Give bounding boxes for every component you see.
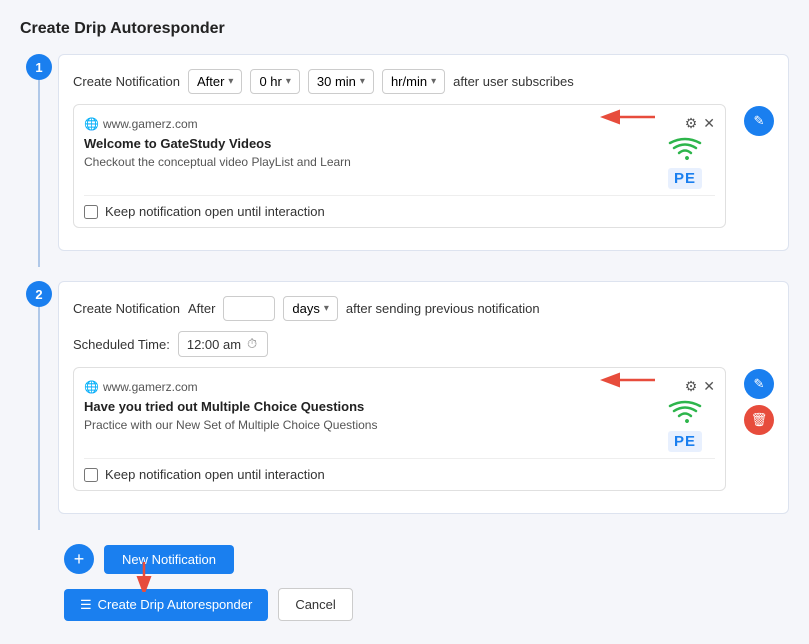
cancel-button[interactable]: Cancel <box>278 588 352 621</box>
add-notification-button[interactable]: + <box>64 544 94 574</box>
chevron-down-icon: ▾ <box>286 76 291 87</box>
step-2-section: 2 Create Notification After 1 days ▾ aft… <box>20 281 789 530</box>
pe-badge-1: PE <box>668 168 702 189</box>
step-2-circle: 2 <box>26 281 52 307</box>
after-label-2: After <box>188 301 215 316</box>
card-1-top-row: 🌐 www.gamerz.com ⚙ ✕ <box>84 115 715 132</box>
card-1-actions: ⚙ ✕ <box>685 115 715 132</box>
scheduled-time-label: Scheduled Time: <box>73 337 170 352</box>
timeline-col-1: 1 <box>20 54 58 267</box>
keep-open-label-2: Keep notification open until interaction <box>105 467 325 482</box>
create-notification-label-1: Create Notification <box>73 74 180 89</box>
bottom-bar: + New Notification ☰ Create Drip Autores… <box>20 544 789 621</box>
edit-button-2[interactable]: ✎ <box>744 369 774 399</box>
page-title: Create Drip Autoresponder <box>20 20 789 38</box>
step-1-header-row: Create Notification After ▾ 0 hr ▾ 30 mi… <box>73 69 774 94</box>
card-2-image: PE <box>655 399 715 452</box>
card-1-url: 🌐 www.gamerz.com <box>84 117 198 131</box>
step-2-body: Create Notification After 1 days ▾ after… <box>58 281 789 514</box>
step-1-body: Create Notification After ▾ 0 hr ▾ 30 mi… <box>58 54 789 251</box>
wifi-icon-1 <box>667 136 703 168</box>
card-1-image: PE <box>655 136 715 189</box>
step-2-right-actions: ✎ 🗑 <box>744 367 774 435</box>
globe-icon-2: 🌐 <box>84 380 99 394</box>
after-sending-label: after sending previous notification <box>346 301 540 316</box>
card-2-desc: Practice with our New Set of Multiple Ch… <box>84 417 645 434</box>
card-2-checkbox-row: Keep notification open until interaction <box>84 458 715 482</box>
new-notification-button[interactable]: New Notification <box>104 545 234 574</box>
delete-button-2[interactable]: 🗑 <box>744 405 774 435</box>
wifi-icon-2 <box>667 399 703 431</box>
pe-badge-2: PE <box>668 431 702 452</box>
after-dropdown-1[interactable]: After ▾ <box>188 69 243 94</box>
keep-open-label-1: Keep notification open until interaction <box>105 204 325 219</box>
create-notification-label-2: Create Notification <box>73 301 180 316</box>
card-1-content: Welcome to GateStudy Videos Checkout the… <box>84 136 715 189</box>
card-1-text: Welcome to GateStudy Videos Checkout the… <box>84 136 645 189</box>
create-drip-autoresponder-button[interactable]: ☰ Create Drip Autoresponder <box>64 589 268 621</box>
notification-card-1: 🌐 www.gamerz.com ⚙ ✕ Welcome to GateStud… <box>73 104 726 228</box>
clock-icon: ⏱ <box>247 336 257 352</box>
timeline-line-2 <box>38 307 40 530</box>
scheduled-time-row: Scheduled Time: 12:00 am ⏱ <box>73 331 774 357</box>
keep-open-checkbox-2[interactable] <box>84 468 98 482</box>
chevron-down-icon: ▾ <box>360 76 365 87</box>
card-2-url: 🌐 www.gamerz.com <box>84 380 198 394</box>
card-2-actions: ⚙ ✕ <box>685 378 715 395</box>
days-value-input[interactable]: 1 <box>223 296 275 321</box>
unit-dropdown-1[interactable]: hr/min ▾ <box>382 69 445 94</box>
step-1-circle: 1 <box>26 54 52 80</box>
close-icon[interactable]: ✕ <box>703 115 715 132</box>
min-dropdown-1[interactable]: 30 min ▾ <box>308 69 374 94</box>
keep-open-checkbox-1[interactable] <box>84 205 98 219</box>
hr-dropdown-1[interactable]: 0 hr ▾ <box>250 69 299 94</box>
edit-button-1[interactable]: ✎ <box>744 106 774 136</box>
gear-icon-2[interactable]: ⚙ <box>685 378 698 395</box>
after-subscribes-label: after user subscribes <box>453 74 574 89</box>
card-1-title: Welcome to GateStudy Videos <box>84 136 645 151</box>
step-1-right-actions: ✎ <box>744 104 774 136</box>
chevron-down-icon: ▾ <box>228 76 233 87</box>
notification-card-2: 🌐 www.gamerz.com ⚙ ✕ Have you tried out … <box>73 367 726 491</box>
step-2-header-row: Create Notification After 1 days ▾ after… <box>73 296 774 321</box>
gear-icon[interactable]: ⚙ <box>685 115 698 132</box>
timeline-col-2: 2 <box>20 281 58 530</box>
card-2-text: Have you tried out Multiple Choice Quest… <box>84 399 645 452</box>
card-2-content: Have you tried out Multiple Choice Quest… <box>84 399 715 452</box>
card-2-title: Have you tried out Multiple Choice Quest… <box>84 399 645 414</box>
globe-icon: 🌐 <box>84 117 99 131</box>
card-2-top-row: 🌐 www.gamerz.com ⚙ ✕ <box>84 378 715 395</box>
list-icon: ☰ <box>80 597 92 613</box>
timeline-line-1 <box>38 80 40 267</box>
new-notification-row: + New Notification <box>64 544 789 574</box>
time-input[interactable]: 12:00 am ⏱ <box>178 331 268 357</box>
days-dropdown[interactable]: days ▾ <box>283 296 338 321</box>
footer-row: ☰ Create Drip Autoresponder Cancel <box>64 588 789 621</box>
card-1-checkbox-row: Keep notification open until interaction <box>84 195 715 219</box>
chevron-down-icon: ▾ <box>431 76 436 87</box>
card-1-desc: Checkout the conceptual video PlayList a… <box>84 154 645 171</box>
close-icon-2[interactable]: ✕ <box>703 378 715 395</box>
step-1-section: 1 Create Notification After ▾ 0 hr ▾ 30 … <box>20 54 789 267</box>
chevron-down-icon: ▾ <box>324 303 329 314</box>
